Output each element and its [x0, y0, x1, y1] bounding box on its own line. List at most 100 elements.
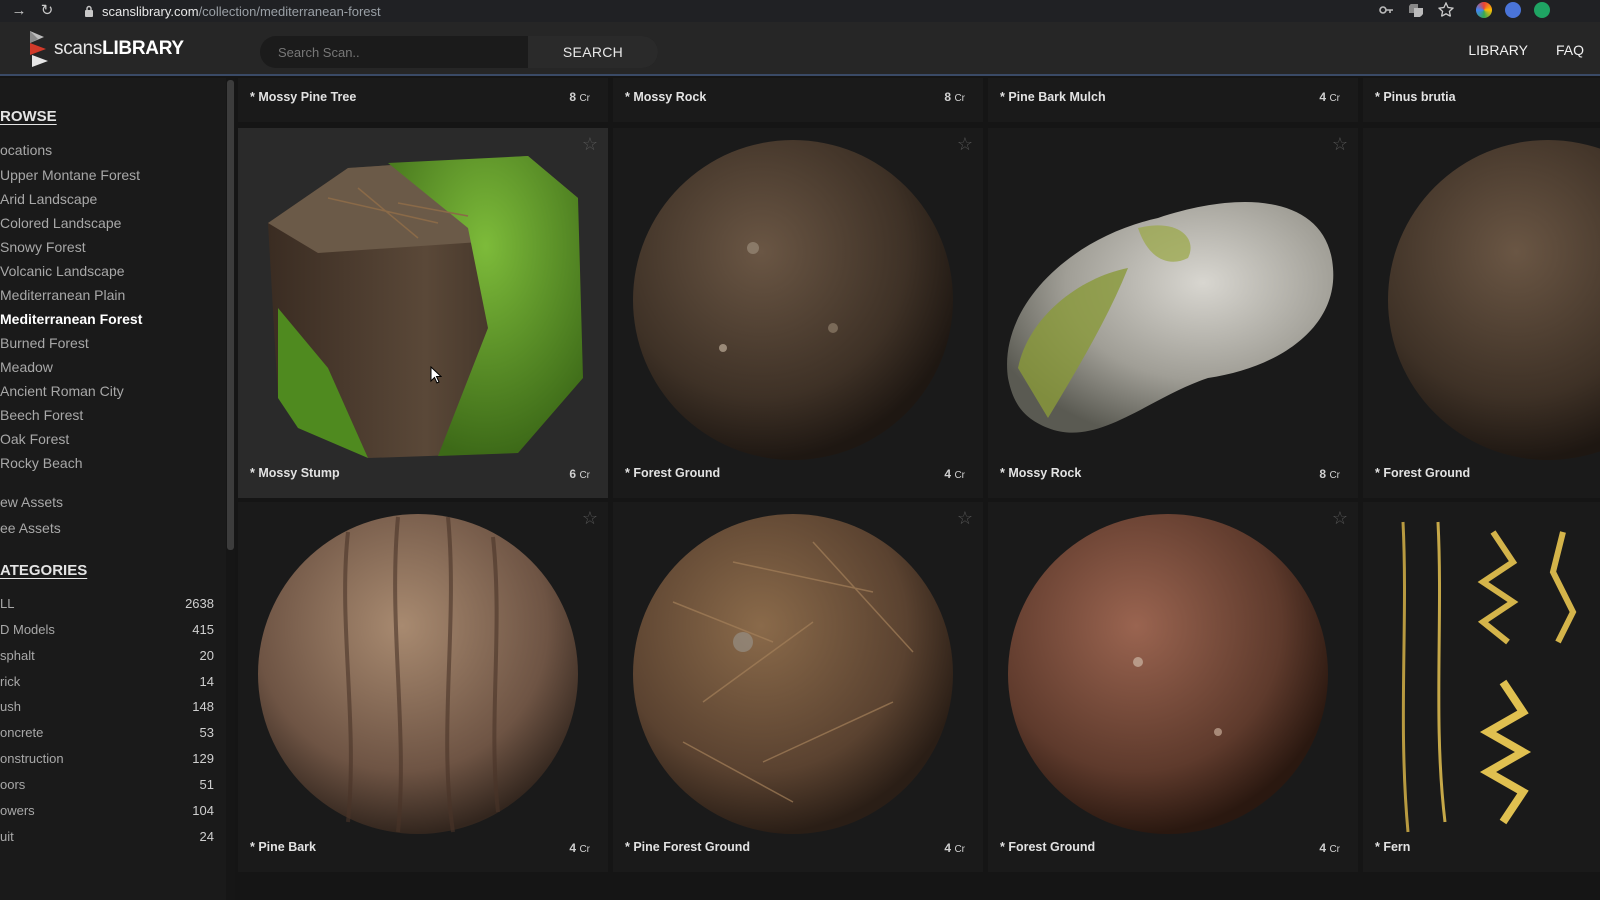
- sidebar-item-ancient-roman-city[interactable]: Ancient Roman City: [0, 383, 124, 399]
- scan-name: * Mossy Stump: [250, 466, 340, 480]
- sidebar-scrollbar-thumb[interactable]: [227, 80, 234, 550]
- category-label: rick: [0, 674, 21, 689]
- category-row[interactable]: onstruction 129: [0, 751, 214, 766]
- search-bar: SEARCH: [260, 36, 658, 68]
- scan-card[interactable]: ☆ * Mossy Stump 6 Cr: [238, 128, 608, 498]
- scan-card[interactable]: ☆ * Pine Bark 4 Cr: [238, 502, 608, 872]
- category-row[interactable]: rick 14: [0, 674, 214, 689]
- category-row[interactable]: ush 148: [0, 699, 214, 714]
- scan-card[interactable]: ☆ * Forest Ground 4 Cr: [988, 502, 1358, 872]
- category-count: 51: [199, 777, 214, 792]
- site-logo[interactable]: scansLIBRARY: [26, 29, 184, 69]
- search-button[interactable]: SEARCH: [528, 36, 658, 68]
- scan-name: * Pine Bark: [250, 840, 317, 854]
- favorite-star-icon[interactable]: ☆: [957, 508, 973, 529]
- scan-card-partial[interactable]: * Pinus brutia: [1363, 78, 1600, 122]
- extension-icon[interactable]: [1476, 2, 1492, 18]
- extension-icon[interactable]: [1534, 2, 1550, 18]
- favorite-star-icon[interactable]: ☆: [1332, 134, 1348, 155]
- category-label: uit: [0, 829, 14, 844]
- sidebar-item-snowy-forest[interactable]: Snowy Forest: [0, 239, 86, 255]
- category-row[interactable]: D Models 415: [0, 622, 214, 637]
- sidebar-item-mediterranean-forest[interactable]: Mediterranean Forest: [0, 311, 142, 327]
- new-assets-link[interactable]: ew Assets: [0, 494, 63, 510]
- extension-icon[interactable]: [1505, 2, 1521, 18]
- search-input[interactable]: [260, 36, 528, 68]
- scan-name: * Pine Forest Ground: [625, 840, 751, 854]
- key-icon[interactable]: [1378, 2, 1394, 18]
- category-label: onstruction: [0, 751, 64, 766]
- browse-heading: ROWSE: [0, 108, 57, 125]
- category-count: 2638: [185, 596, 214, 611]
- reload-icon[interactable]: ↻: [38, 2, 56, 20]
- category-row[interactable]: LL 2638: [0, 596, 214, 611]
- scan-name: * Pinus brutia: [1375, 90, 1456, 104]
- sidebar-item-arid-landscape[interactable]: Arid Landscape: [0, 191, 97, 207]
- scan-card[interactable]: ☆ * Mossy Rock 8 Cr: [988, 128, 1358, 498]
- scan-name: * Mossy Rock: [1000, 466, 1082, 480]
- category-count: 24: [199, 829, 214, 844]
- sidebar-item-mediterranean-plain[interactable]: Mediterranean Plain: [0, 287, 125, 303]
- sidebar-item-volcanic-landscape[interactable]: Volcanic Landscape: [0, 263, 125, 279]
- sidebar-item-oak-forest[interactable]: Oak Forest: [0, 431, 69, 447]
- scan-price: 4 Cr: [1319, 841, 1340, 855]
- scan-thumbnail: [1388, 140, 1600, 460]
- scan-grid: * Mossy Pine Tree 8 Cr * Mossy Rock 8 Cr…: [238, 78, 1600, 900]
- scan-name: * Forest Ground: [1000, 840, 1096, 854]
- category-count: 415: [192, 622, 214, 637]
- forward-icon[interactable]: →: [10, 2, 28, 20]
- scan-card[interactable]: * Fern: [1363, 502, 1600, 872]
- scan-card-partial[interactable]: * Mossy Pine Tree 8 Cr: [238, 78, 608, 122]
- bookmark-star-icon[interactable]: [1438, 2, 1454, 18]
- categories-heading: ATEGORIES: [0, 562, 88, 579]
- scan-thumbnail: [1008, 514, 1328, 834]
- scan-price: 4 Cr: [569, 841, 590, 855]
- category-label: oncrete: [0, 725, 44, 740]
- nav-library-link[interactable]: LIBRARY: [1468, 42, 1528, 58]
- locations-heading[interactable]: ocations: [0, 142, 52, 158]
- scan-card-partial[interactable]: * Pine Bark Mulch 4 Cr: [988, 78, 1358, 122]
- address-bar[interactable]: scanslibrary.com/collection/mediterranea…: [70, 1, 1580, 21]
- sidebar-item-upper-montane-forest[interactable]: Upper Montane Forest: [0, 167, 140, 183]
- scan-card[interactable]: ☆ * Pine Forest Ground 4 Cr: [613, 502, 983, 872]
- browser-toolbar: → ↻ scanslibrary.com/collection/mediterr…: [0, 0, 1600, 22]
- category-count: 20: [199, 648, 214, 663]
- mouse-cursor-icon: [430, 366, 442, 384]
- scan-card[interactable]: ☆ * Forest Ground 4 Cr: [613, 128, 983, 498]
- category-row[interactable]: uit 24: [0, 829, 214, 844]
- category-label: LL: [0, 596, 15, 611]
- sidebar-item-colored-landscape[interactable]: Colored Landscape: [0, 215, 121, 231]
- scan-name: * Forest Ground: [1375, 466, 1471, 480]
- category-row[interactable]: oors 51: [0, 777, 214, 792]
- category-count: 129: [192, 751, 214, 766]
- scan-thumbnail: [633, 514, 953, 834]
- nav-faq-link[interactable]: FAQ: [1556, 42, 1584, 58]
- category-label: ush: [0, 699, 21, 714]
- favorite-star-icon[interactable]: ☆: [582, 508, 598, 529]
- category-count: 104: [192, 803, 214, 818]
- scan-thumbnail: [258, 514, 578, 834]
- category-count: 14: [199, 674, 214, 689]
- favorite-star-icon[interactable]: ☆: [957, 134, 973, 155]
- sidebar-item-rocky-beach[interactable]: Rocky Beach: [0, 455, 82, 471]
- category-row[interactable]: oncrete 53: [0, 725, 214, 740]
- favorite-star-icon[interactable]: ☆: [1332, 508, 1348, 529]
- scan-card-partial[interactable]: * Mossy Rock 8 Cr: [613, 78, 983, 122]
- scan-card[interactable]: * Forest Ground: [1363, 128, 1600, 498]
- sidebar-item-meadow[interactable]: Meadow: [0, 359, 53, 375]
- category-count: 148: [192, 699, 214, 714]
- scan-name: * Pine Bark Mulch: [1000, 90, 1106, 104]
- scan-price: 8 Cr: [944, 90, 965, 104]
- sidebar-item-beech-forest[interactable]: Beech Forest: [0, 407, 83, 423]
- category-row[interactable]: owers 104: [0, 803, 214, 818]
- category-count: 53: [199, 725, 214, 740]
- sidebar-item-burned-forest[interactable]: Burned Forest: [0, 335, 89, 351]
- translate-icon[interactable]: [1408, 2, 1424, 18]
- free-assets-link[interactable]: ee Assets: [0, 520, 61, 536]
- scan-name: * Mossy Rock: [625, 90, 707, 104]
- category-row[interactable]: sphalt 20: [0, 648, 214, 663]
- scan-price: 4 Cr: [944, 467, 965, 481]
- scan-price: 4 Cr: [944, 841, 965, 855]
- favorite-star-icon[interactable]: ☆: [582, 134, 598, 155]
- scan-price: 4 Cr: [1319, 90, 1340, 104]
